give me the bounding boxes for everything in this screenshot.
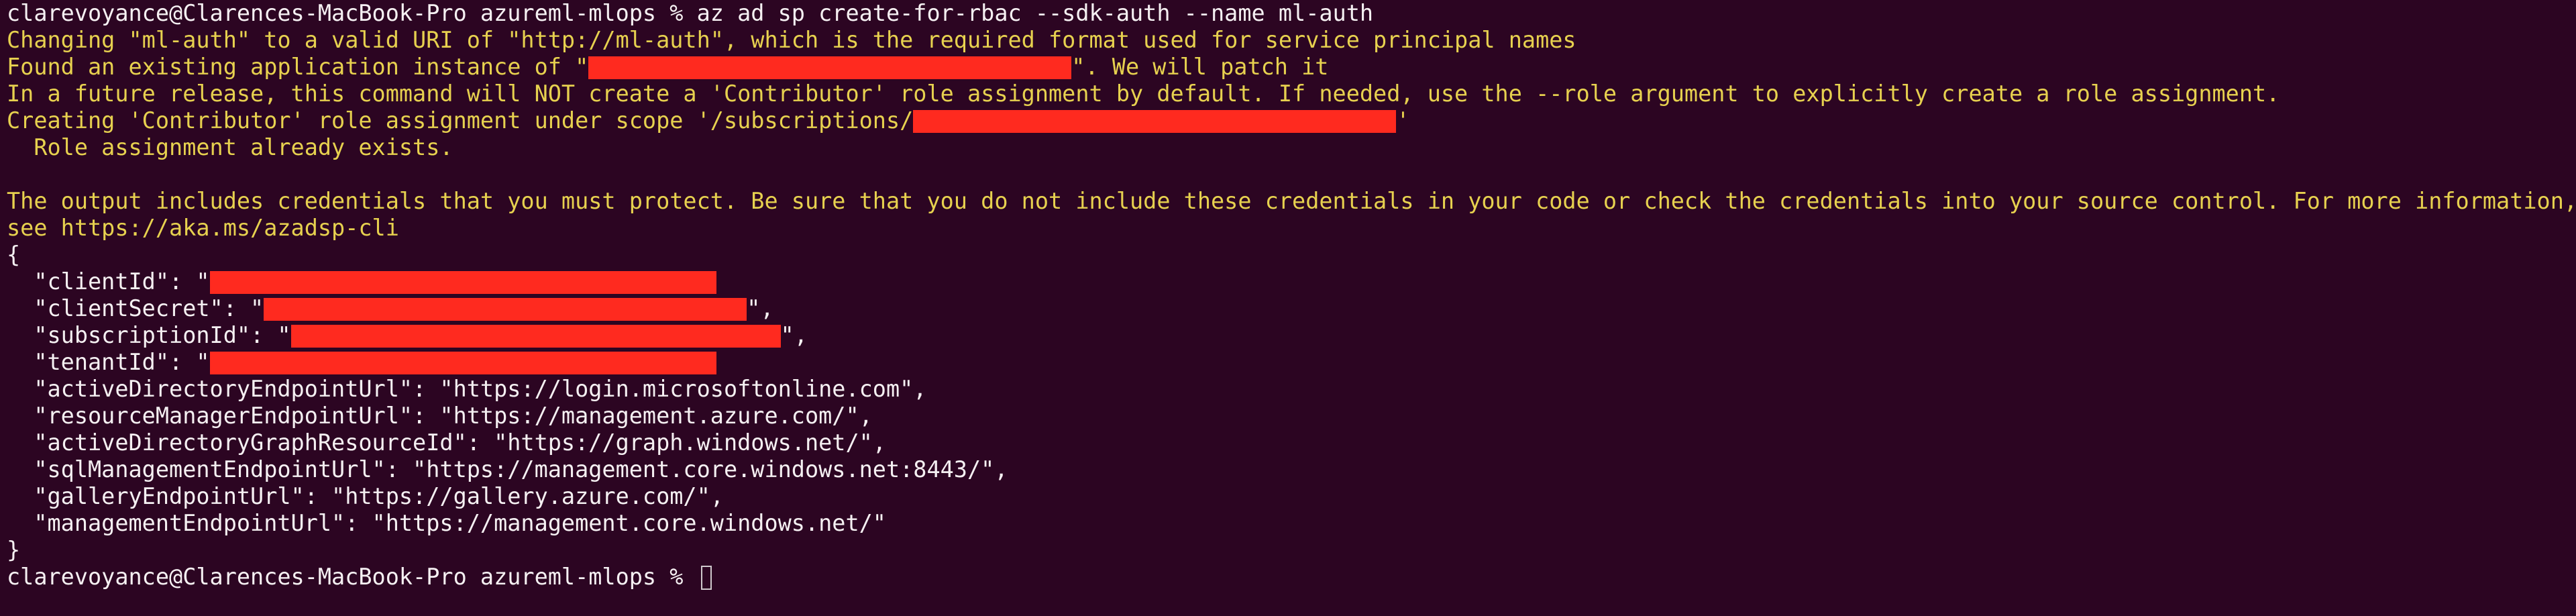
json-entry-sql-endpoint: "sqlManagementEndpointUrl": "https://man… [7,456,1008,482]
json-entry-graph-resource: "activeDirectoryGraphResourceId": "https… [7,429,886,456]
text-cursor [700,566,712,590]
json-entry-ad-endpoint: "activeDirectoryEndpointUrl": "https://l… [7,376,927,402]
client-secret-key: "clientSecret": " [7,295,264,321]
client-id-key: "clientId": " [7,268,210,295]
json-entry-rm-endpoint: "resourceManagerEndpointUrl": "https://m… [7,403,873,429]
json-subscription-id: "subscriptionId": " ", [7,322,2576,349]
warning-line-existing-app: Found an existing application instance o… [7,54,2576,81]
redacted-client-secret [264,298,747,321]
prompt-line[interactable]: clarevoyance@Clarences-MacBook-Pro azure… [7,564,2576,591]
json-entry-management-endpoint: "managementEndpointUrl": "https://manage… [7,510,886,536]
json-entry-gallery-endpoint: "galleryEndpointUrl": "https://gallery.a… [7,483,724,509]
json-open-brace: { [7,242,21,268]
warning-line-uri: Changing "ml-auth" to a valid URI of "ht… [7,27,1576,53]
json-client-secret: "clientSecret": " ", [7,295,2576,322]
subscription-id-key: "subscriptionId": " [7,322,291,348]
subscription-id-suffix: ", [780,322,808,348]
role-scope-prefix: Creating 'Contributor' role assignment u… [7,107,914,134]
warning-line-future-release: In a future release, this command will N… [7,81,2280,107]
existing-app-suffix: ". We will patch it [1071,54,1329,80]
redacted-app-name [588,56,1072,79]
redacted-tenant-id [209,352,716,374]
json-close-brace: } [7,537,21,563]
redacted-subscription-scope [913,110,1397,133]
command-line: clarevoyance@Clarences-MacBook-Pro azure… [7,0,1374,26]
redacted-client-id [209,271,716,294]
tenant-id-key: "tenantId": " [7,349,210,375]
warning-line-role-exists: Role assignment already exists. [7,134,453,160]
info-line-credentials: The output includes credentials that you… [7,188,2576,214]
info-line-link: see https://aka.ms/azadsp-cli [7,215,399,241]
redacted-subscription-id [290,325,781,348]
shell-prompt: clarevoyance@Clarences-MacBook-Pro azure… [7,564,697,590]
role-scope-suffix: ' [1396,107,1410,134]
existing-app-prefix: Found an existing application instance o… [7,54,589,80]
terminal-window[interactable]: clarevoyance@Clarences-MacBook-Pro azure… [0,0,2576,616]
client-secret-suffix: ", [747,295,774,321]
json-tenant-id: "tenantId": " [7,349,2576,376]
json-client-id: "clientId": " [7,268,2576,295]
warning-line-role-scope: Creating 'Contributor' role assignment u… [7,107,2576,134]
